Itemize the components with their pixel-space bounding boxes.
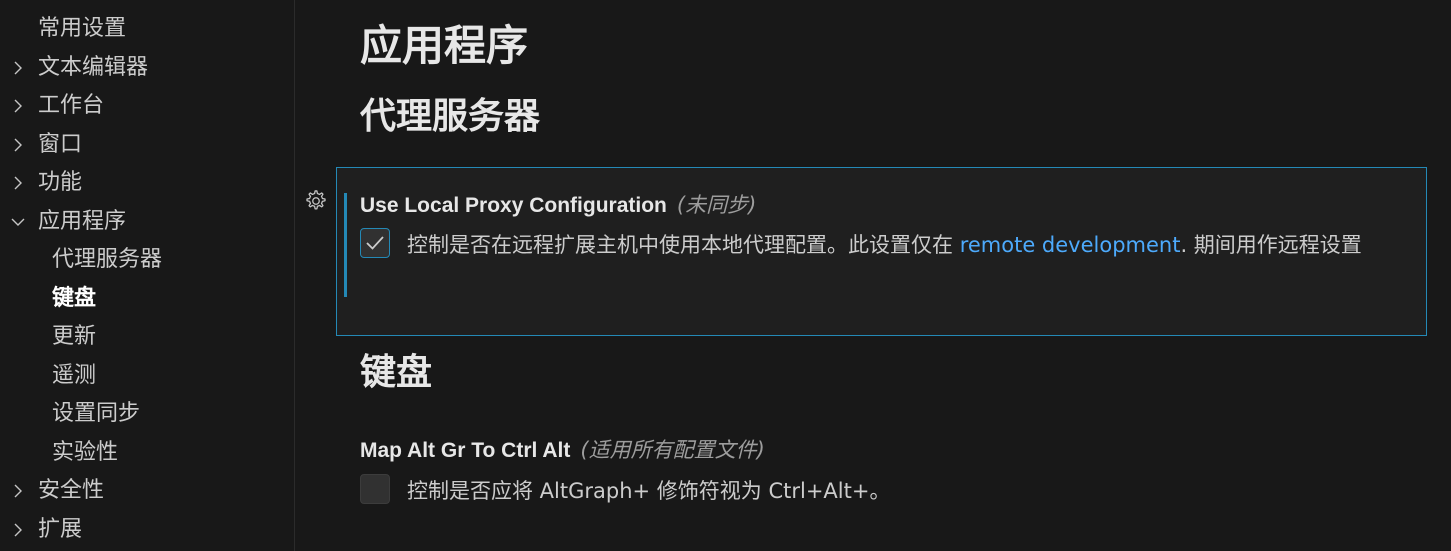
- toc-item-application[interactable]: 应用程序: [0, 204, 294, 240]
- toc-item-telemetry[interactable]: 遥测: [0, 358, 294, 394]
- toc-item-label: 文本编辑器: [38, 55, 149, 80]
- check-icon: [366, 236, 384, 250]
- use-local-proxy-checkbox[interactable]: [360, 228, 390, 258]
- settings-toc: 常用设置 文本编辑器 工作台 窗口 功能 应用程序 代理服务器 键盘 更新 遥测…: [0, 0, 295, 551]
- toc-item-label: 功能: [38, 170, 83, 195]
- toc-item-label: 安全性: [38, 478, 105, 503]
- setting-title: Map Alt Gr To Ctrl Alt (适用所有配置文件): [360, 436, 765, 465]
- toc-item-experimental[interactable]: 实验性: [0, 435, 294, 471]
- section-title: 应用程序: [360, 21, 529, 70]
- chevron-right-icon: [10, 60, 26, 76]
- chevron-right-icon: [10, 98, 26, 114]
- toc-item-workbench[interactable]: 工作台: [0, 88, 294, 124]
- setting-item-use-local-proxy: Use Local Proxy Configuration (未同步) 控制是否在…: [336, 167, 1427, 336]
- toc-item-label: 键盘: [52, 286, 97, 311]
- toc-item-label: 更新: [52, 324, 97, 349]
- toc-item-window[interactable]: 窗口: [0, 127, 294, 163]
- toc-item-common-settings[interactable]: 常用设置: [0, 11, 294, 47]
- setting-description: 控制是否应将 AltGraph+ 修饰符视为 Ctrl+Alt+。: [407, 479, 891, 503]
- chevron-right-icon: [10, 137, 26, 153]
- focus-indicator: [344, 193, 347, 297]
- toc-item-label: 实验性: [52, 440, 119, 465]
- chevron-right-icon: [10, 175, 26, 191]
- proxy-heading: 代理服务器: [360, 96, 541, 137]
- setting-description: 控制是否在远程扩展主机中使用本地代理配置。此设置仅在 remote develo…: [407, 229, 1397, 261]
- settings-editor: 常用设置 文本编辑器 工作台 窗口 功能 应用程序 代理服务器 键盘 更新 遥测…: [0, 0, 1451, 551]
- toc-item-label: 扩展: [38, 517, 83, 542]
- setting-title: Use Local Proxy Configuration (未同步): [360, 191, 756, 220]
- toc-item-settings-sync[interactable]: 设置同步: [0, 396, 294, 432]
- setting-name: Map Alt Gr To Ctrl Alt: [360, 439, 571, 462]
- toc-item-label: 应用程序: [38, 209, 127, 234]
- setting-scope: (未同步): [676, 193, 757, 217]
- toc-item-label: 窗口: [38, 132, 83, 157]
- gear-icon[interactable]: [303, 188, 329, 214]
- setting-scope: (适用所有配置文件): [580, 438, 765, 462]
- toc-item-label: 设置同步: [52, 401, 141, 426]
- toc-item-features[interactable]: 功能: [0, 165, 294, 201]
- toc-item-update[interactable]: 更新: [0, 319, 294, 355]
- toc-item-keyboard[interactable]: 键盘: [0, 281, 294, 317]
- settings-pane: 应用程序 代理服务器 Use Local Proxy Configuration…: [295, 0, 1451, 551]
- chevron-down-icon: [10, 214, 26, 230]
- chevron-right-icon: [10, 483, 26, 499]
- toc-item-proxy[interactable]: 代理服务器: [0, 242, 294, 278]
- toc-item-label: 代理服务器: [52, 247, 163, 272]
- toc-item-label: 遥测: [52, 363, 97, 388]
- toc-item-text-editor[interactable]: 文本编辑器: [0, 50, 294, 86]
- description-text: 控制是否在远程扩展主机中使用本地代理配置。此设置仅在: [407, 233, 960, 257]
- toc-item-label: 常用设置: [38, 16, 127, 41]
- setting-name: Use Local Proxy Configuration: [360, 194, 667, 217]
- toc-item-label: 工作台: [38, 93, 105, 118]
- chevron-right-icon: [10, 522, 26, 538]
- toc-item-security[interactable]: 安全性: [0, 473, 294, 509]
- remote-development-link[interactable]: remote development: [960, 233, 1181, 257]
- keyboard-heading: 键盘: [360, 352, 433, 393]
- map-altgr-checkbox[interactable]: [360, 474, 390, 504]
- description-text: . 期间用作远程设置: [1180, 233, 1362, 257]
- toc-item-extensions[interactable]: 扩展: [0, 512, 294, 548]
